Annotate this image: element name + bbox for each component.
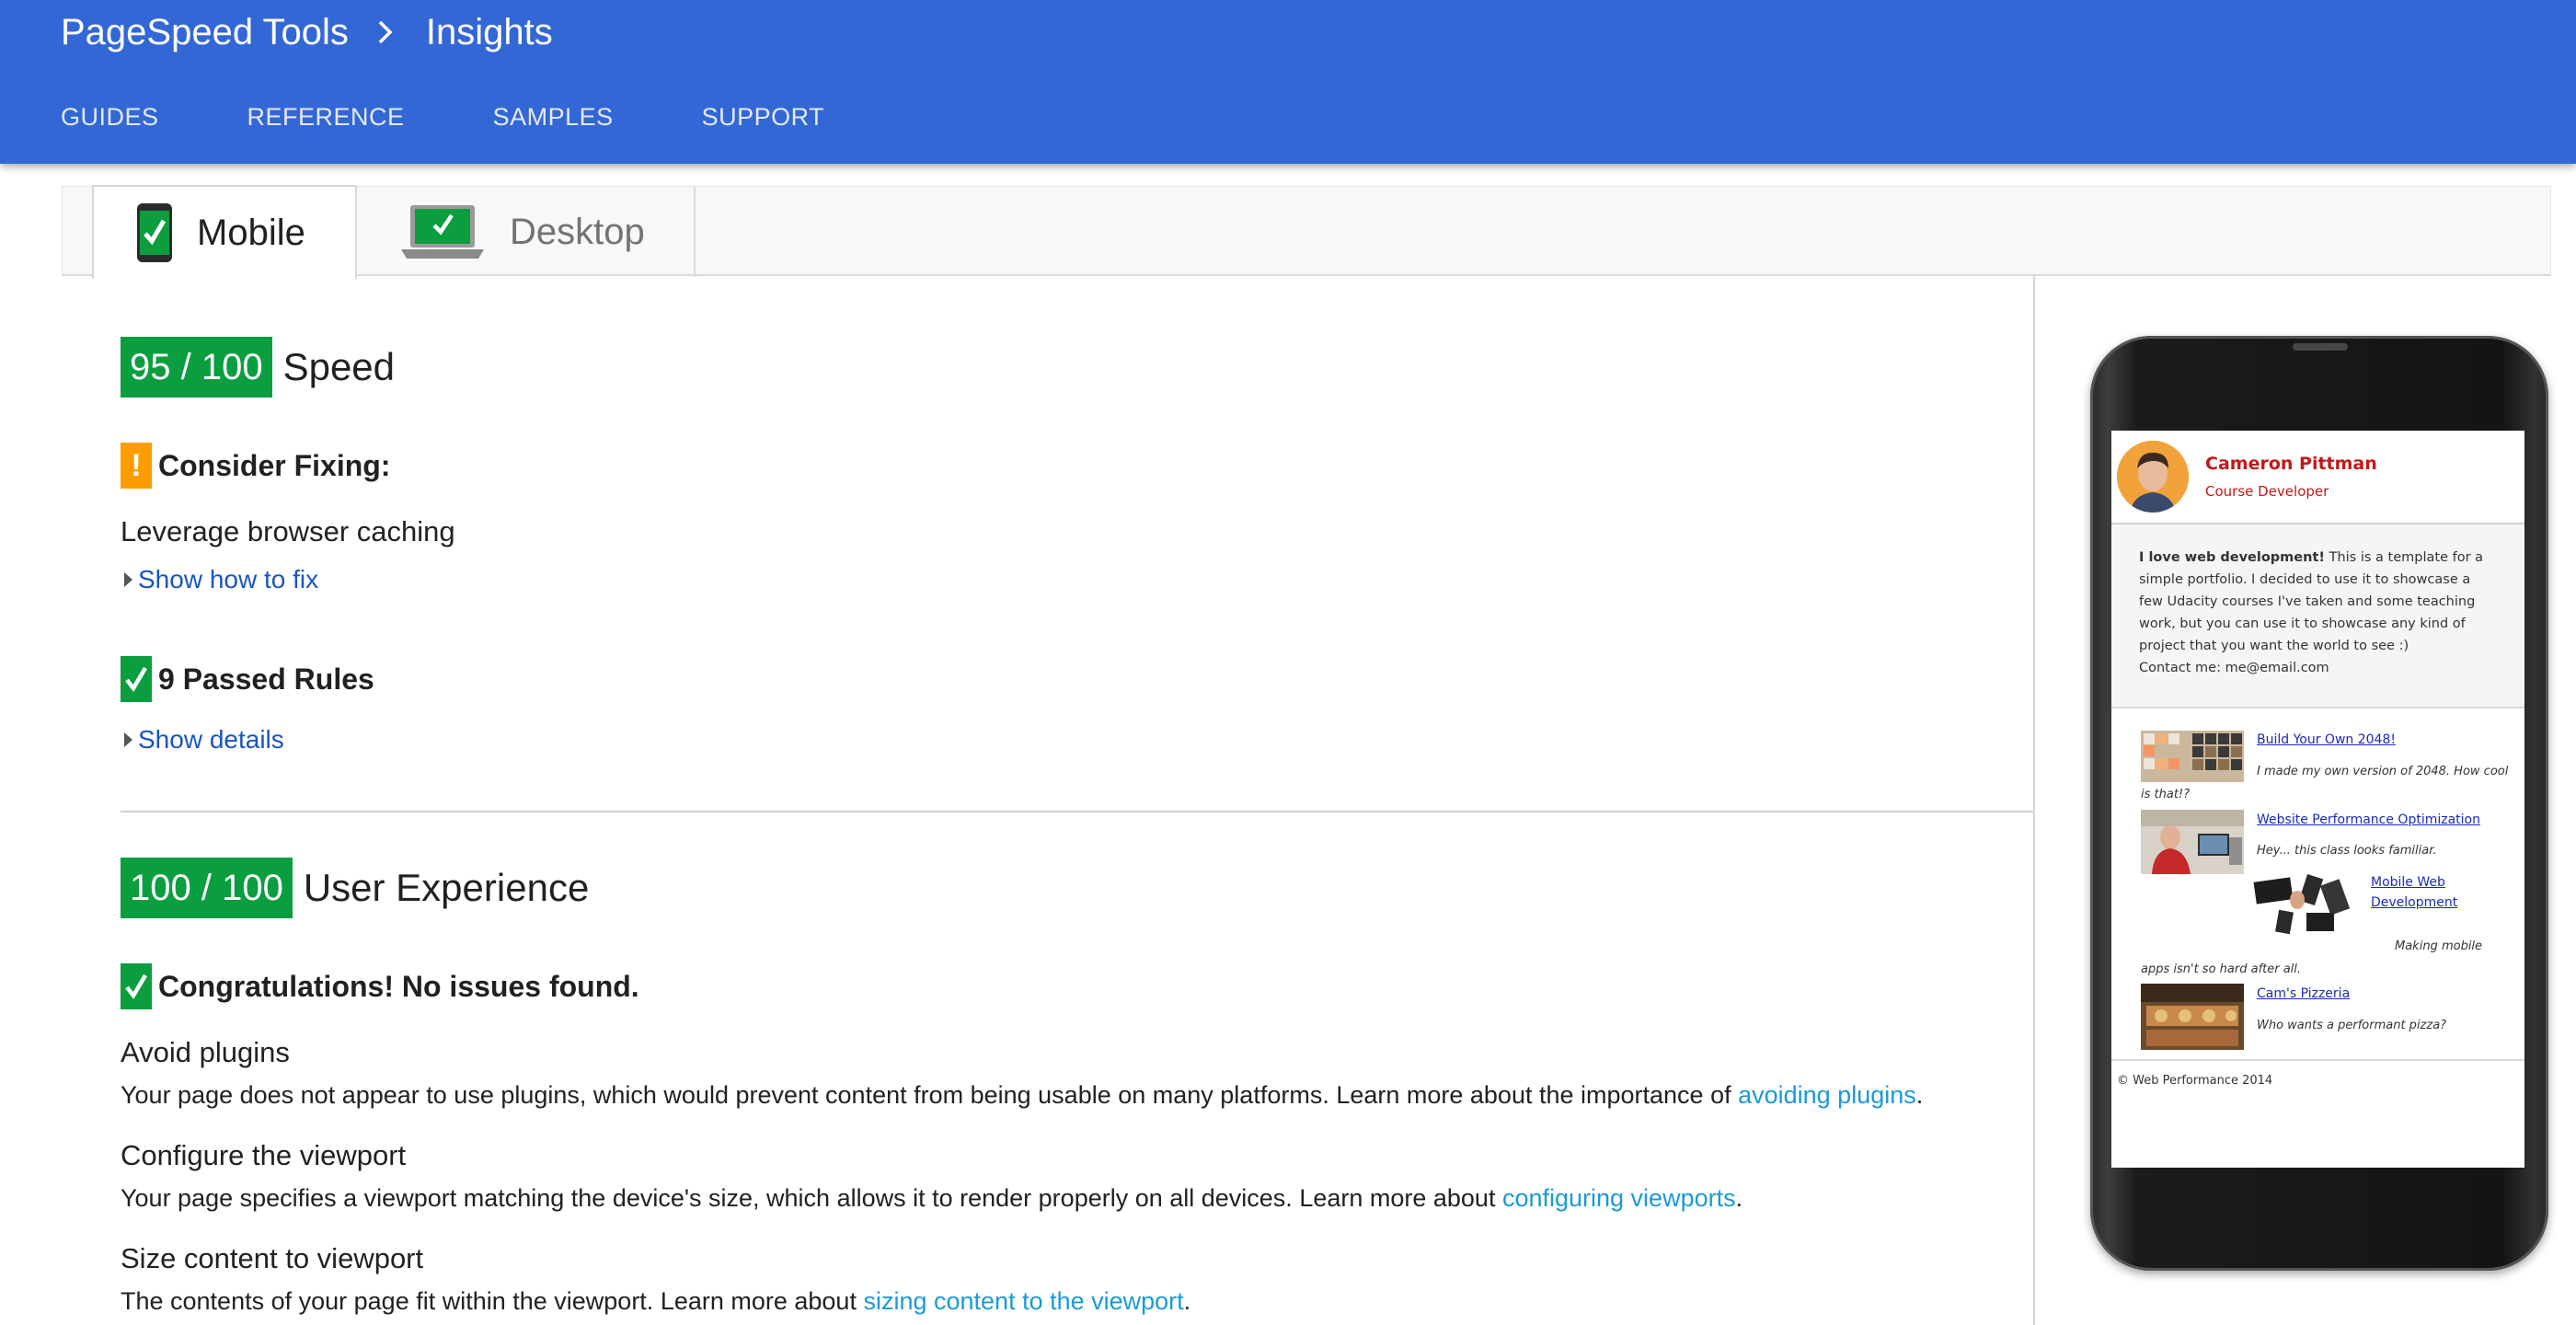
show-how-to-fix-link[interactable]: Show how to fix (121, 565, 318, 594)
preview-caption-2048-text: I made my own version of 2048. How cool … (2141, 765, 2509, 801)
sizing-content-link[interactable]: sizing content to the viewport (863, 1287, 1183, 1315)
consider-fixing-heading: ! Consider Fixing: (121, 443, 390, 489)
speed-score-row: 95 / 100 Speed (121, 337, 395, 398)
preview-link-mobile-web[interactable]: Mobile Web Development (2371, 872, 2481, 913)
tab-desktop-label: Desktop (510, 211, 645, 252)
preview-link-2048[interactable]: Build Your Own 2048! (2257, 732, 2396, 747)
preview-name: Cameron Pittman (2205, 454, 2377, 474)
preview-caption-mobile-web-text: Making mobile apps isn't so hard after a… (2141, 939, 2483, 976)
preview-caption-performance: Hey... this class looks familiar. (2257, 843, 2437, 858)
consider-fixing-label: Consider Fixing: (158, 448, 391, 482)
section-divider (121, 811, 2033, 812)
mobile-preview-device: Cameron Pittman Course Developer I love … (2090, 336, 2548, 1271)
rule-desc-end: . (1915, 1081, 1924, 1109)
rule-desc-text: The contents of your page fit within the… (121, 1287, 864, 1315)
rule-leverage-caching: Leverage browser caching (121, 515, 455, 547)
preview-caption-pizzeria: Who wants a performant pizza? (2257, 1018, 2446, 1032)
ux-title: User Experience (303, 866, 590, 909)
preview-header: Cameron Pittman Course Developer (2111, 431, 2524, 524)
nav-samples[interactable]: SAMPLES (493, 103, 614, 132)
preview-caption-pizzeria-text: Who wants a performant pizza? (2257, 1019, 2447, 1032)
chevron-right-icon (373, 19, 398, 45)
laptop-check-icon (399, 203, 486, 260)
preview-link-pizzeria-label: Cam's Pizzeria (2257, 986, 2351, 1001)
breadcrumb-pagespeed-tools[interactable]: PageSpeed Tools (61, 12, 349, 53)
rule-desc-avoid-plugins: Your page does not appear to use plugins… (121, 1081, 1923, 1110)
column-divider (2033, 276, 2035, 1325)
nav-guides[interactable]: GUIDES (61, 103, 159, 132)
passed-rules-label: 9 Passed Rules (158, 662, 374, 696)
rule-title-avoid-plugins: Avoid plugins (121, 1036, 290, 1068)
tab-mobile-label: Mobile (197, 212, 305, 253)
rule-title-size-content: Size content to viewport (121, 1242, 424, 1274)
show-details-link[interactable]: Show details (121, 725, 284, 755)
tab-desktop[interactable]: Desktop (357, 187, 696, 277)
speed-title: Speed (282, 345, 396, 388)
preview-bio-bold: I love web development! (2139, 550, 2325, 565)
avoiding-plugins-link[interactable]: avoiding plugins (1738, 1081, 1916, 1109)
tab-mobile[interactable]: Mobile (92, 185, 357, 279)
preview-bio: I love web development! This is a templa… (2111, 524, 2524, 709)
preview-link-performance[interactable]: Website Performance Optimization (2257, 812, 2480, 827)
show-how-to-fix-label: Show how to fix (138, 565, 319, 593)
caret-right-icon (124, 572, 132, 587)
rule-desc-end: . (1735, 1184, 1743, 1212)
preview-caption-2048: I made my own version of 2048. How cool … (2141, 760, 2511, 806)
congrats-label: Congratulations! No issues found. (158, 969, 639, 1003)
device-tabs: Mobile Desktop (62, 185, 2551, 279)
nav-reference[interactable]: REFERENCE (247, 103, 405, 132)
rule-desc-end: . (1183, 1287, 1191, 1315)
preview-role: Course Developer (2205, 483, 2329, 500)
preview-footer: © Web Performance 2014 (2111, 1059, 2524, 1100)
ux-score-row: 100 / 100 User Experience (121, 858, 589, 918)
warning-icon: ! (121, 443, 152, 489)
preview-link-performance-label: Website Performance Optimization (2257, 812, 2480, 827)
preview-bio-text: This is a template for a simple portfoli… (2139, 550, 2484, 653)
check-icon (121, 656, 152, 702)
nav-support[interactable]: SUPPORT (702, 103, 825, 132)
preview-profile: Cameron Pittman Course Developer (2205, 454, 2377, 500)
configuring-viewports-link[interactable]: configuring viewports (1502, 1184, 1736, 1212)
thumb-performance-image (2141, 810, 2244, 874)
breadcrumb-insights[interactable]: Insights (426, 12, 553, 53)
preview-caption-mobile-web: Making mobile apps isn't so hard after a… (2141, 935, 2511, 981)
thumb-mobile-web-image (2251, 872, 2354, 937)
phone-check-icon (136, 202, 173, 263)
rule-desc-text: Your page does not appear to use plugins… (121, 1081, 1739, 1109)
top-nav: GUIDES REFERENCE SAMPLES SUPPORT (61, 103, 913, 132)
show-details-label: Show details (138, 725, 284, 754)
preview-link-2048-label: Build Your Own 2048! (2257, 732, 2396, 747)
preview-contact: Contact me: me@email.com (2139, 661, 2329, 675)
phone-speaker (2293, 343, 2348, 351)
preview-link-pizzeria[interactable]: Cam's Pizzeria (2257, 986, 2350, 1001)
top-app-bar: PageSpeed Tools Insights GUIDES REFERENC… (0, 0, 2576, 164)
preview-caption-performance-text: Hey... this class looks familiar. (2257, 844, 2437, 858)
ux-score-badge: 100 / 100 (121, 858, 293, 918)
rule-desc-configure-viewport: Your page specifies a viewport matching … (121, 1184, 1742, 1213)
preview-project-list: Build Your Own 2048! I made my own versi… (2111, 709, 2524, 1050)
congrats-heading: Congratulations! No issues found. (121, 963, 639, 1009)
thumb-pizzeria-image (2141, 984, 2244, 1050)
caret-right-icon (124, 732, 132, 747)
rule-title-configure-viewport: Configure the viewport (121, 1139, 407, 1171)
check-icon (121, 963, 152, 1009)
passed-rules-heading: 9 Passed Rules (121, 656, 374, 702)
preview-link-mobile-web-label: Mobile Web Development (2371, 875, 2458, 910)
rule-desc-size-content: The contents of your page fit within the… (121, 1287, 1190, 1316)
rule-desc-text: Your page specifies a viewport matching … (121, 1184, 1502, 1212)
speed-score-badge: 95 / 100 (121, 337, 272, 398)
mobile-preview-screen: Cameron Pittman Course Developer I love … (2111, 431, 2524, 1168)
avatar (2117, 441, 2189, 513)
breadcrumb: PageSpeed Tools Insights (61, 7, 553, 57)
